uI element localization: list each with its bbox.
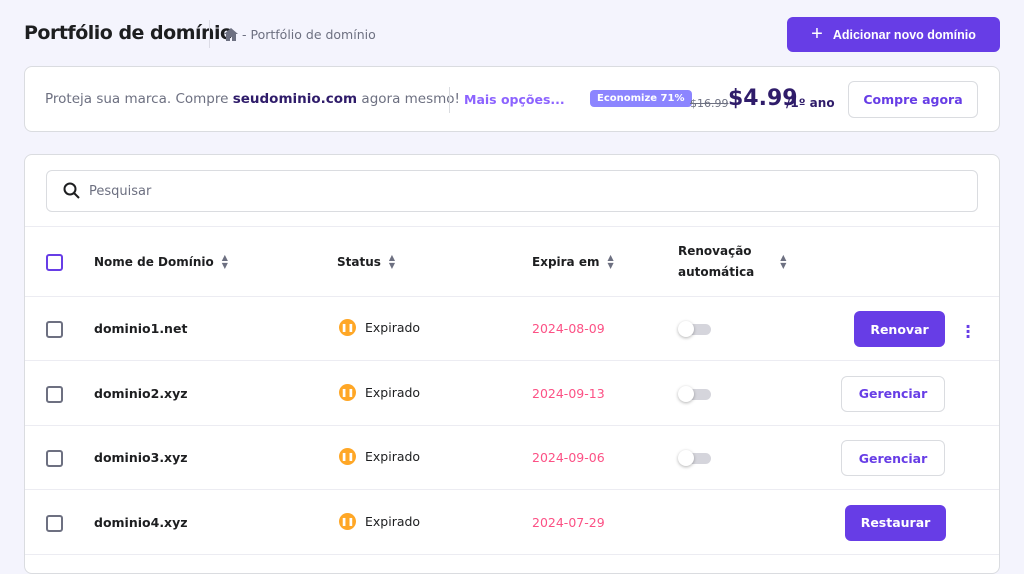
search-box[interactable] <box>46 170 978 212</box>
row-checkbox[interactable] <box>46 450 63 467</box>
search-input[interactable] <box>89 183 889 199</box>
divider <box>449 87 450 113</box>
status-badge: ❚❚ Expirado <box>339 383 421 401</box>
gerenciar-button[interactable]: Gerenciar <box>841 440 945 476</box>
more-options-link[interactable]: Mais opções... <box>464 92 565 107</box>
gerenciar-button[interactable]: Gerenciar <box>841 375 945 412</box>
promo-text: Proteja sua marca. Compre seudominio.com… <box>45 91 460 107</box>
table-row: dominio4.xyz ❚❚ Expirado 2024-07-29 Restau… <box>25 491 999 555</box>
sort-icon: ▲ ▼ <box>780 253 787 270</box>
column-auto-renew[interactable]: Renovação automática ▲ ▼ <box>678 241 786 283</box>
page-title: Portfólio de domínio <box>24 22 233 44</box>
table-row: dominio3.xyz ❚❚ Expirado 2024-09-06 Gerenc… <box>25 426 999 490</box>
promo-banner: Proteja sua marca. Compre seudominio.com… <box>24 66 1000 132</box>
sort-icon: ▲ ▼ <box>221 253 228 270</box>
column-status[interactable]: Status ▲ ▼ <box>337 254 395 270</box>
table-row: dominio2.xyz ❚❚ Expirado 2024-09-13 Gerenc… <box>25 362 999 426</box>
renovar-button[interactable]: Renovar <box>854 311 945 347</box>
column-expires[interactable]: Expira em ▲ ▼ <box>532 254 614 270</box>
pause-icon: ❚❚ <box>339 319 356 336</box>
discount-badge: Economize 71% <box>590 90 692 107</box>
domain-name[interactable]: dominio4.xyz <box>94 515 188 530</box>
search-icon <box>63 182 80 199</box>
domain-table-card: Nome de Domínio▲▼ Status▲▼ Expira em▲▼ R… <box>24 154 1000 574</box>
expiry-date: 2024-08-09 <box>532 321 605 336</box>
restaurar-button[interactable]: Restaurar <box>845 504 946 541</box>
pause-icon: ❚❚ <box>339 383 356 401</box>
table-header: Nome de Domínio ▲ ▼ Status ▲ ▼ Expira em ▲ ▼ R… <box>25 226 999 297</box>
status-badge: ❚❚ Expirado <box>339 512 421 530</box>
auto-renew-toggle[interactable] <box>678 450 711 466</box>
domain-name[interactable]: dominio3.xyz <box>94 450 188 465</box>
column-name[interactable]: Nome de Domínio ▲ ▼ <box>94 254 228 270</box>
sort-icon: ▲ ▼ <box>388 253 396 270</box>
buy-now-button[interactable]: Compre agora <box>848 81 978 118</box>
row-checkbox[interactable] <box>46 385 63 403</box>
breadcrumb: - Portfólio de domínio <box>224 27 376 42</box>
domain-name[interactable]: dominio2.xyz <box>94 386 188 401</box>
row-checkbox[interactable] <box>46 321 63 338</box>
expiry-date: 2024-07-29 <box>532 514 605 530</box>
old-price: $16.99 <box>690 97 729 110</box>
add-domain-button[interactable]: + Adicionar novo domínio <box>787 17 1000 52</box>
domain-name[interactable]: dominio1.net <box>94 321 187 336</box>
divider <box>209 20 210 48</box>
table-row: dominio1.net ❚❚ Expirado 2024-08-09 Renova… <box>25 297 999 361</box>
status-badge: ❚❚ Expirado <box>339 448 421 465</box>
select-all-checkbox[interactable] <box>46 254 63 271</box>
row-checkbox[interactable] <box>46 514 63 532</box>
expiry-date: 2024-09-13 <box>532 385 605 401</box>
auto-renew-toggle[interactable] <box>678 321 711 337</box>
expiry-date: 2024-09-06 <box>532 450 605 465</box>
home-icon[interactable] <box>224 28 238 41</box>
status-badge: ❚❚ Expirado <box>339 319 421 336</box>
pause-icon: ❚❚ <box>339 512 356 530</box>
sort-icon: ▲ ▼ <box>607 253 614 270</box>
pause-icon: ❚❚ <box>339 448 356 465</box>
more-options-icon[interactable]: · · · <box>963 319 973 345</box>
auto-renew-toggle[interactable] <box>678 385 711 402</box>
plus-icon: + <box>811 23 823 45</box>
price-period: /1º ano <box>786 96 835 110</box>
breadcrumb-current: - Portfólio de domínio <box>242 27 376 42</box>
